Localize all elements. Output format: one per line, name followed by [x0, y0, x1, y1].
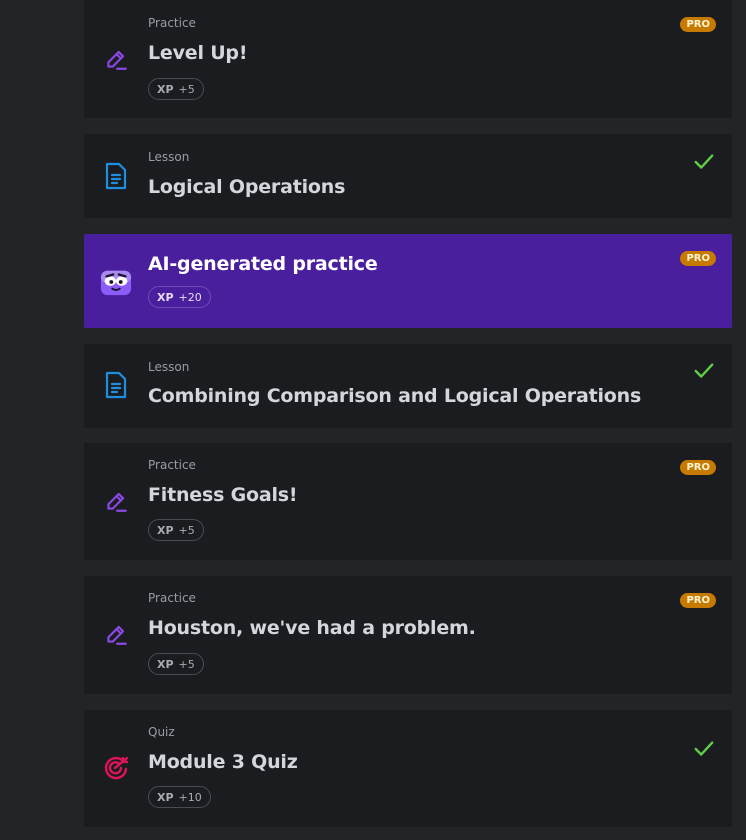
item-title: Logical Operations: [148, 176, 346, 198]
pencil-icon: [100, 43, 132, 75]
pro-badge: PRO: [680, 17, 716, 32]
item-type: Practice: [148, 591, 196, 605]
xp-value: +20: [178, 290, 202, 304]
xp-badge: XP +20: [148, 286, 211, 308]
document-icon: [100, 369, 132, 401]
item-type: Lesson: [148, 360, 190, 374]
check-icon: [694, 154, 714, 169]
list-item-logical-operations[interactable]: Lesson Logical Operations: [84, 134, 732, 218]
item-title: AI-generated practice: [148, 253, 378, 275]
xp-label: XP: [157, 82, 174, 96]
list-item-module-3-quiz[interactable]: Quiz Module 3 Quiz XP +10: [84, 710, 732, 827]
item-title: Houston, we've had a problem.: [148, 617, 476, 639]
pencil-icon: [100, 485, 132, 517]
xp-label: XP: [157, 657, 174, 671]
xp-value: +5: [178, 82, 195, 96]
document-icon: [100, 160, 132, 192]
target-icon: [100, 751, 132, 783]
item-title: Fitness Goals!: [148, 484, 298, 506]
xp-badge: XP +10: [148, 786, 211, 808]
xp-badge: XP +5: [148, 78, 204, 100]
check-icon: [694, 363, 714, 378]
xp-label: XP: [157, 523, 174, 537]
list-item-level-up[interactable]: Practice Level Up! XP +5 PRO: [84, 0, 732, 118]
item-title: Level Up!: [148, 42, 248, 64]
pro-badge: PRO: [680, 251, 716, 266]
list-item-houston[interactable]: Practice Houston, we've had a problem. X…: [84, 576, 732, 694]
xp-value: +10: [178, 790, 202, 804]
xp-value: +5: [178, 523, 195, 537]
item-type: Quiz: [148, 725, 175, 739]
pro-badge: PRO: [680, 460, 716, 475]
item-title: Module 3 Quiz: [148, 751, 298, 773]
pro-badge: PRO: [680, 593, 716, 608]
xp-badge: XP +5: [148, 653, 204, 675]
item-title: Combining Comparison and Logical Operati…: [148, 385, 642, 407]
xp-badge: XP +5: [148, 519, 204, 541]
list-item-fitness-goals[interactable]: Practice Fitness Goals! XP +5 PRO: [84, 443, 732, 560]
xp-value: +5: [178, 657, 195, 671]
check-icon: [694, 741, 714, 756]
xp-label: XP: [157, 290, 174, 304]
xp-label: XP: [157, 790, 174, 804]
ai-robot-icon: [100, 266, 132, 298]
list-item-ai-practice[interactable]: AI-generated practice XP +20 PRO: [84, 234, 732, 328]
pencil-icon: [100, 618, 132, 650]
list-item-combining-operations[interactable]: Lesson Combining Comparison and Logical …: [84, 344, 732, 428]
item-type: Lesson: [148, 150, 190, 164]
item-type: Practice: [148, 16, 196, 30]
item-type: Practice: [148, 458, 196, 472]
